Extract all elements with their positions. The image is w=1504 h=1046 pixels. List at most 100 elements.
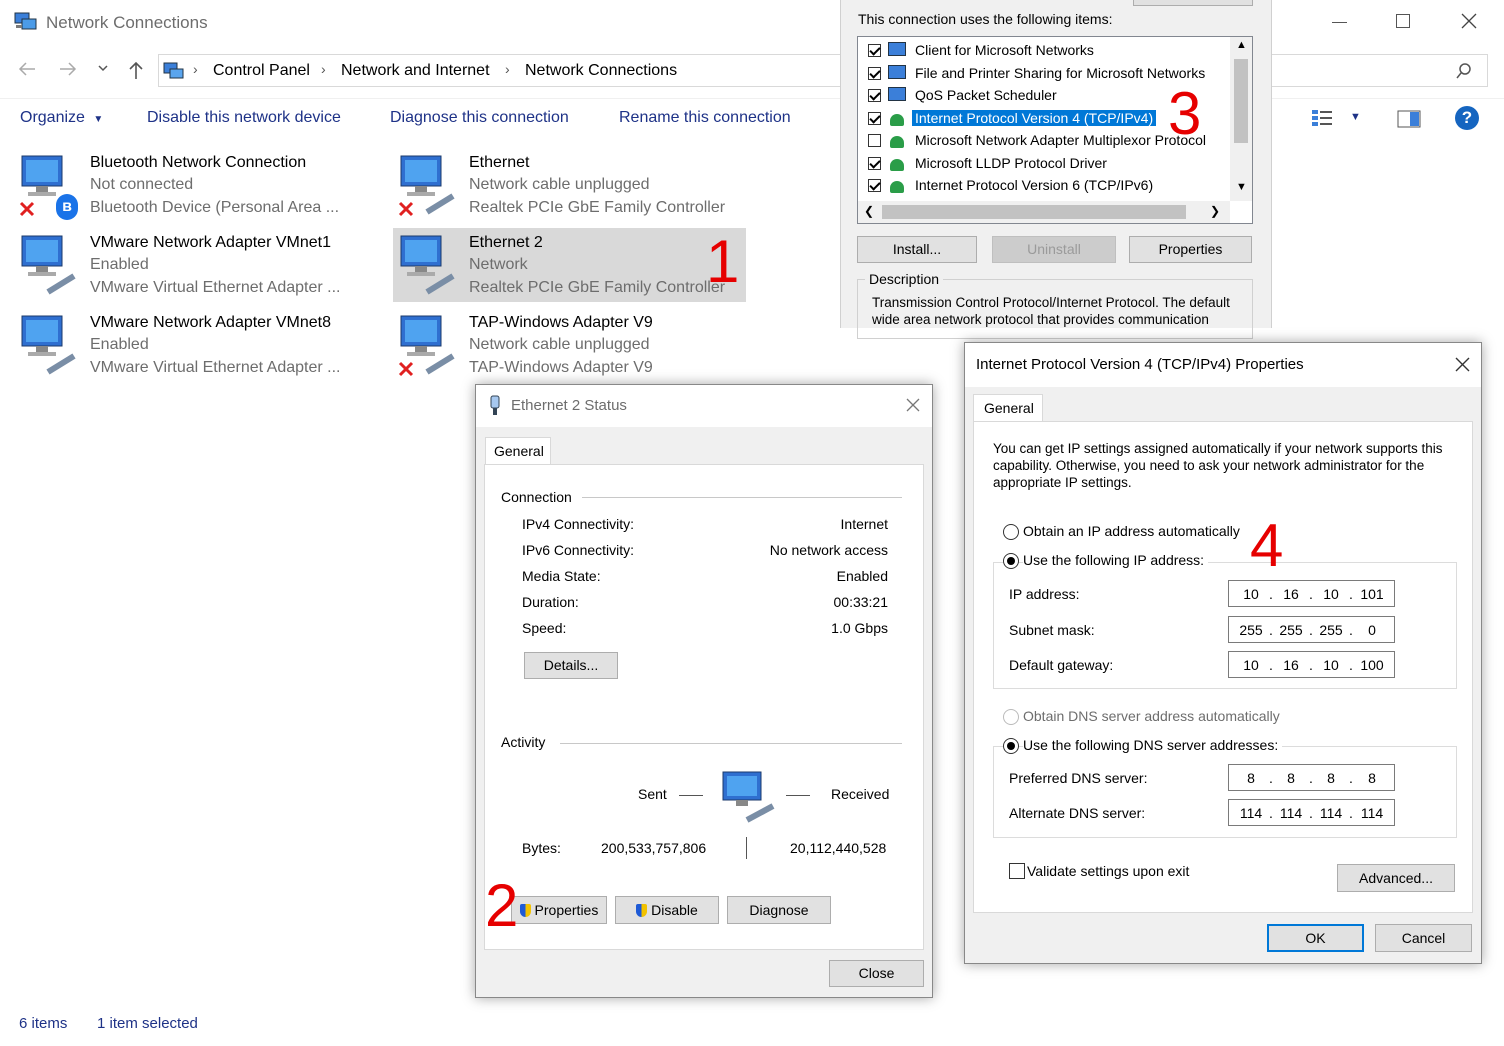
horizontal-scrollbar[interactable]: ❮ ❯ — [858, 201, 1230, 223]
items-heading: This connection uses the following items… — [858, 11, 1113, 27]
adapter-item[interactable]: Ethernet Network cable unplugged Realtek… — [393, 150, 743, 222]
tab-general[interactable]: General — [973, 394, 1043, 422]
component-checkbox[interactable] — [868, 66, 881, 80]
use-dns-label[interactable]: Use the following DNS server addresses: — [1023, 737, 1283, 753]
tab-general[interactable]: General — [485, 437, 551, 465]
ip-dot: . — [1269, 657, 1273, 673]
vertical-scrollbar[interactable]: ▲ ▼ — [1230, 37, 1252, 201]
ip-octet: 8 — [1327, 770, 1335, 786]
adapter-item[interactable]: VMware Network Adapter VMnet1 Enabled VM… — [14, 230, 374, 302]
ip-dot: . — [1349, 805, 1353, 821]
ip-dot: . — [1309, 805, 1313, 821]
address-bar[interactable]: › Control Panel › Network and Internet ›… — [158, 54, 1488, 87]
component-item[interactable]: Microsoft Network Adapter Multiplexor Pr… — [866, 130, 1216, 152]
breadcrumb-sep-icon: › — [505, 61, 510, 77]
adapter-item-selected[interactable]: Ethernet 2 Network Realtek PCIe GbE Fami… — [393, 228, 746, 302]
view-dropdown-icon[interactable]: ▼ — [1350, 111, 1361, 123]
disable-device-button[interactable]: Disable this network device — [147, 109, 341, 127]
adapter-name: VMware Network Adapter VMnet8 — [90, 314, 331, 331]
ip-octet: 100 — [1360, 657, 1384, 673]
back-arrow-icon[interactable] — [17, 61, 37, 77]
properties-button[interactable]: Properties — [1129, 236, 1252, 263]
alternate-dns-input[interactable]: 114. 114. 114. 114 — [1228, 799, 1395, 826]
scroll-thumb[interactable] — [882, 205, 1186, 219]
adapter-item[interactable]: TAP-Windows Adapter V9 Network cable unp… — [393, 310, 743, 382]
close-icon[interactable] — [906, 398, 920, 412]
minimize-button[interactable] — [1330, 12, 1350, 32]
ip-dot: . — [1269, 770, 1273, 786]
network-activity-icon — [722, 771, 775, 823]
component-checkbox[interactable] — [868, 179, 881, 192]
alternate-dns-label: Alternate DNS server: — [1009, 805, 1146, 821]
ok-button[interactable]: OK — [1267, 924, 1364, 952]
ip-address-input[interactable]: 10. 16. 10. 101 — [1228, 580, 1395, 607]
rename-button[interactable]: Rename this connection — [619, 109, 791, 127]
protocol-icon — [890, 158, 904, 171]
validate-checkbox[interactable] — [1009, 863, 1025, 879]
validate-label[interactable]: Validate settings upon exit — [1027, 863, 1189, 879]
diagnose-dialog-button[interactable]: Diagnose — [727, 896, 831, 924]
use-dns-radio[interactable] — [1003, 738, 1019, 754]
ip-octet: 8 — [1368, 770, 1376, 786]
disable-button[interactable]: Disable — [615, 896, 719, 924]
received-dash — [786, 795, 810, 796]
cancel-button[interactable]: Cancel — [1375, 924, 1472, 952]
component-item[interactable]: QoS Packet Scheduler — [866, 85, 1216, 107]
obtain-ip-label[interactable]: Obtain an IP address automatically — [1023, 523, 1240, 539]
component-checkbox[interactable] — [868, 111, 881, 125]
default-gateway-input[interactable]: 10. 16. 10. 100 — [1228, 651, 1395, 678]
component-checkbox[interactable] — [868, 156, 881, 170]
adapter-item[interactable]: VMware Network Adapter VMnet8 Enabled VM… — [14, 310, 374, 382]
status-row-value: No network access — [769, 542, 888, 558]
diagnose-button[interactable]: Diagnose this connection — [390, 109, 569, 127]
scroll-thumb[interactable] — [1234, 59, 1248, 143]
component-item[interactable]: Microsoft LLDP Protocol Driver — [866, 153, 1216, 175]
component-item[interactable]: Client for Microsoft Networks — [866, 40, 1216, 62]
up-arrow-icon[interactable] — [127, 60, 145, 80]
subnet-mask-input[interactable]: 255. 255. 255. 0 — [1228, 616, 1395, 643]
help-icon[interactable]: ? — [1455, 106, 1479, 130]
close-window-button[interactable] — [1460, 12, 1478, 30]
details-button[interactable]: Details... — [524, 652, 618, 679]
adapter-item[interactable]: ʙ Bluetooth Network Connection Not conne… — [14, 150, 374, 222]
advanced-button[interactable]: Advanced... — [1337, 864, 1455, 892]
close-icon[interactable] — [1455, 357, 1470, 372]
search-icon[interactable] — [1455, 62, 1473, 80]
view-options-icon[interactable] — [1311, 108, 1333, 128]
component-checkbox[interactable] — [868, 134, 881, 147]
preview-pane-icon[interactable] — [1397, 110, 1421, 128]
preferred-dns-input[interactable]: 8. 8. 8. 8 — [1228, 764, 1395, 791]
component-item[interactable]: Internet Protocol Version 6 (TCP/IPv6) — [866, 175, 1216, 197]
use-ip-radio[interactable] — [1003, 553, 1019, 569]
adapter-device: Bluetooth Device (Personal Area ... — [90, 199, 340, 216]
maximize-button[interactable] — [1396, 14, 1410, 28]
organize-menu[interactable]: Organize ▼ — [20, 109, 103, 127]
obtain-ip-radio[interactable] — [1003, 524, 1019, 540]
breadcrumb-network-connections[interactable]: Network Connections — [525, 62, 677, 80]
obtain-dns-radio[interactable] — [1003, 709, 1019, 725]
install-button[interactable]: Install... — [857, 236, 977, 263]
scroll-down-icon[interactable]: ▼ — [1236, 181, 1247, 193]
component-checkbox[interactable] — [868, 89, 881, 102]
ip-octet: 0 — [1368, 622, 1376, 638]
obtain-dns-label[interactable]: Obtain DNS server address automatically — [1023, 708, 1280, 724]
scroll-up-icon[interactable]: ▲ — [1236, 39, 1247, 51]
component-item[interactable]: Internet Protocol Version 4 (TCP/IPv4) — [866, 108, 1216, 130]
uninstall-button[interactable]: Uninstall — [992, 236, 1116, 263]
forward-arrow-icon[interactable] — [58, 61, 78, 77]
breadcrumb-network-internet[interactable]: Network and Internet — [341, 62, 490, 80]
ip-octet: 255 — [1239, 622, 1263, 638]
recent-dropdown-icon[interactable] — [97, 64, 109, 72]
scroll-left-icon[interactable]: ❮ — [864, 204, 874, 218]
component-label: Microsoft LLDP Protocol Driver — [915, 154, 1107, 171]
component-item[interactable]: File and Printer Sharing for Microsoft N… — [866, 63, 1216, 85]
scroll-right-icon[interactable]: ❯ — [1210, 204, 1220, 218]
close-button[interactable]: Close — [829, 960, 924, 987]
ip-octet: 10 — [1243, 586, 1259, 602]
component-checkbox[interactable] — [868, 44, 881, 57]
use-ip-label[interactable]: Use the following IP address: — [1023, 552, 1209, 568]
panel-top-button-edge[interactable] — [1133, 0, 1253, 6]
status-row-value: Internet — [840, 516, 888, 532]
breadcrumb-control-panel[interactable]: Control Panel — [213, 62, 310, 80]
status-properties-button[interactable]: Properties — [511, 896, 607, 924]
